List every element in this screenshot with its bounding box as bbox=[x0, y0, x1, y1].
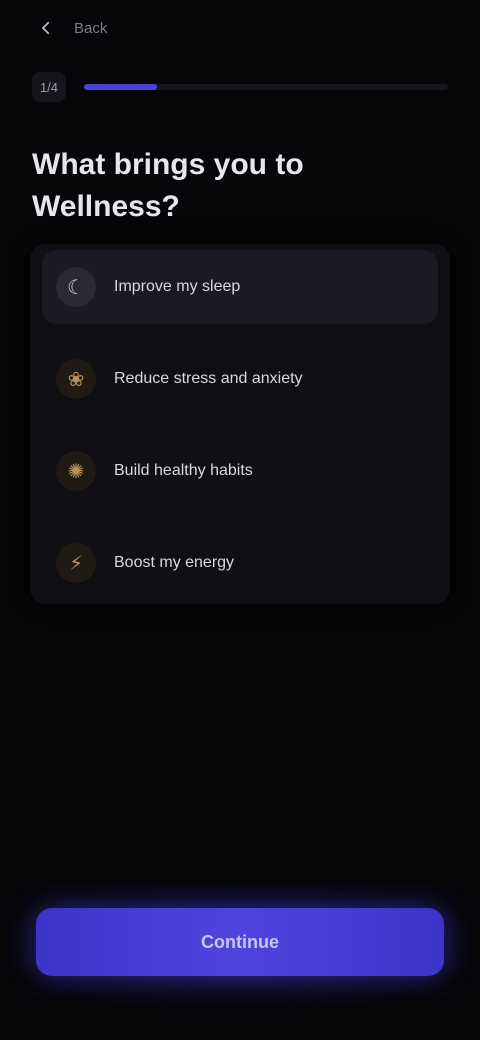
option-label: Reduce stress and anxiety bbox=[114, 370, 303, 387]
top-bar: Back bbox=[32, 14, 448, 42]
sun-icon: ✺ bbox=[56, 451, 96, 491]
question-title: What brings you to Wellness? bbox=[32, 148, 304, 223]
progress-row: 1/4 bbox=[32, 72, 448, 102]
step-indicator: 1/4 bbox=[32, 72, 66, 102]
option-item[interactable]: ❀ Reduce stress and anxiety bbox=[42, 342, 438, 416]
option-item[interactable]: ⚡ Boost my energy bbox=[42, 526, 438, 600]
bolt-icon: ⚡ bbox=[56, 543, 96, 583]
back-label: Back bbox=[74, 19, 108, 37]
option-label: Build healthy habits bbox=[114, 462, 253, 479]
option-label: Improve my sleep bbox=[114, 278, 241, 295]
options-list: ☾ Improve my sleep ❀ Reduce stress and anxi… bbox=[30, 244, 450, 604]
leaf-icon: ❀ bbox=[56, 359, 96, 399]
option-item[interactable]: ✺ Build healthy habits bbox=[42, 434, 438, 508]
option-label: Boost my energy bbox=[114, 554, 235, 571]
progress-fill bbox=[84, 84, 157, 90]
arrow-left-icon bbox=[42, 21, 50, 35]
continue-button[interactable]: Continue bbox=[36, 908, 444, 976]
progress-bar bbox=[84, 84, 448, 90]
moon-icon: ☾ bbox=[56, 267, 96, 307]
back-button[interactable] bbox=[32, 14, 60, 42]
option-item[interactable]: ☾ Improve my sleep bbox=[42, 250, 438, 324]
onboarding-screen: Back 1/4 What brings you to Wellness? ☾ I… bbox=[0, 0, 480, 1040]
